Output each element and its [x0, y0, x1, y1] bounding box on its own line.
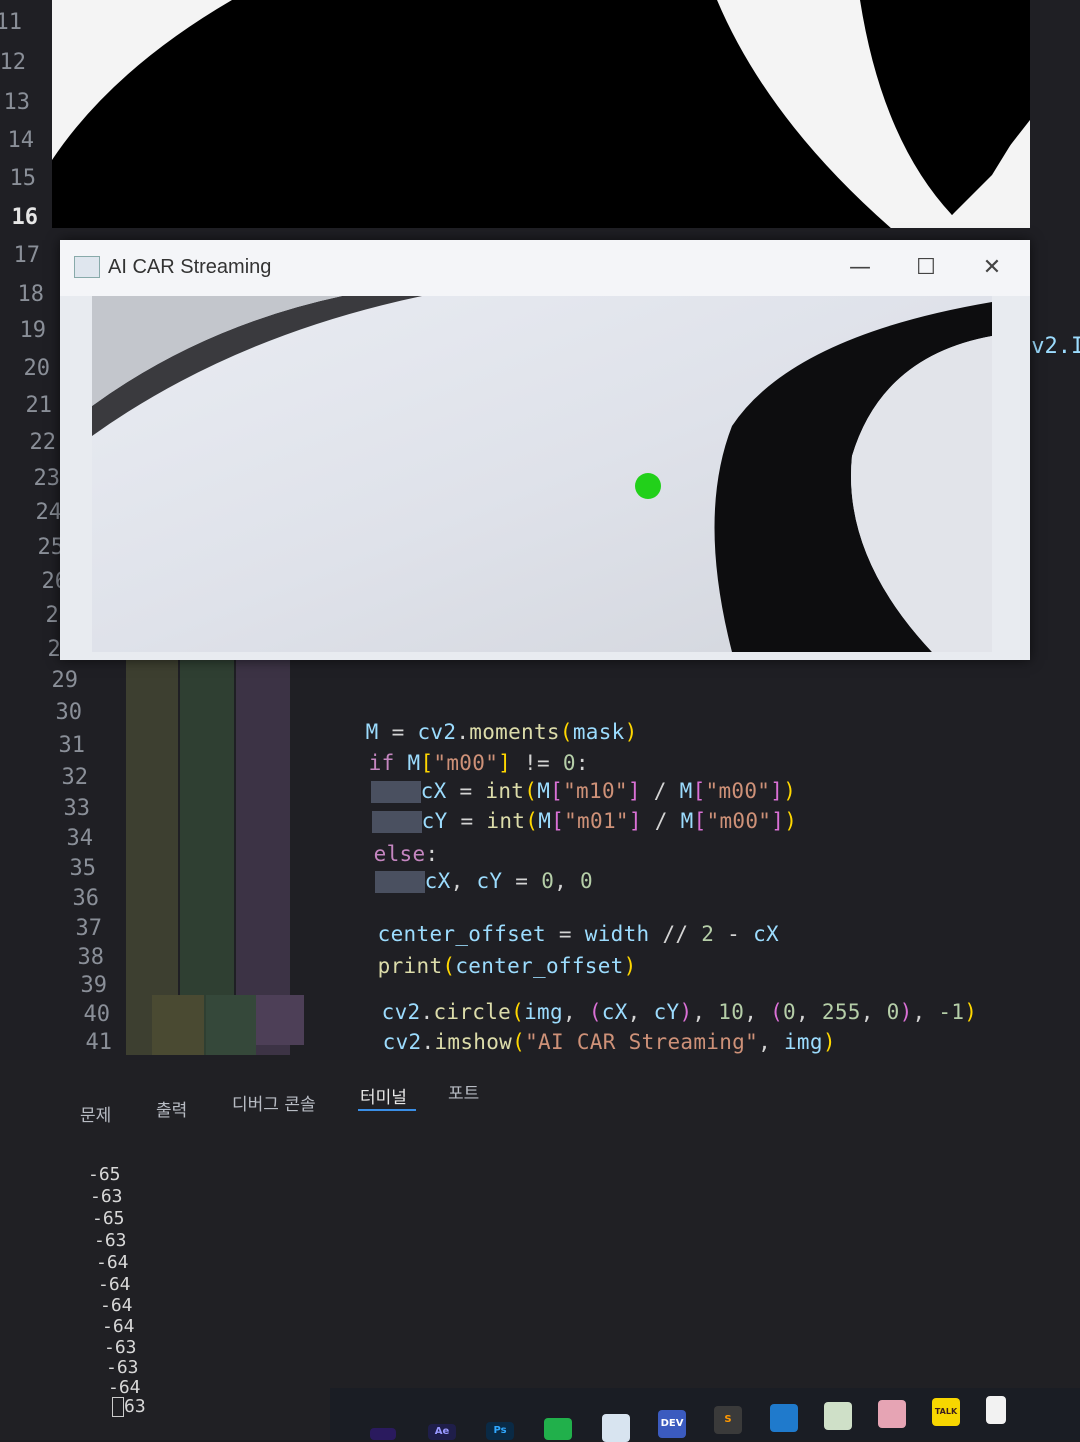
tab-output[interactable]: 출력 [156, 1096, 187, 1121]
line-number: 41 [85, 1030, 113, 1055]
green-app-icon[interactable] [544, 1418, 572, 1440]
windows-taskbar: Ae Ps DEV S TALK [330, 1388, 1080, 1442]
maximize-button[interactable]: ☐ [906, 250, 946, 286]
terminal-line: -63 [104, 1337, 137, 1358]
terminal-line-cursor: 63 [112, 1396, 146, 1417]
tab-problems[interactable]: 문제 [80, 1101, 111, 1126]
line-number: 35 [69, 856, 97, 881]
line-number: 36 [72, 886, 100, 911]
terminal-line: -64 [108, 1377, 141, 1398]
line-number: 14 [7, 128, 35, 153]
line-number: 18 [17, 282, 45, 307]
camera-stream-view [92, 296, 992, 652]
terminal-line: -63 [106, 1357, 139, 1378]
vscode-icon[interactable] [770, 1404, 798, 1432]
window-app-icon [74, 256, 100, 278]
line-number: 29 [51, 668, 79, 693]
tab-terminal[interactable]: 터미널 [360, 1083, 407, 1108]
indent-guide [152, 995, 204, 1055]
line-number: 37 [75, 916, 103, 941]
ai-car-streaming-window[interactable]: AI CAR Streaming — ☐ ✕ [60, 240, 1030, 660]
line-number: 38 [77, 945, 105, 970]
terminal-line: -64 [98, 1274, 131, 1295]
line-number: 12 [0, 50, 26, 75]
terminal-line: -63 [90, 1186, 123, 1207]
line-number: 34 [66, 826, 94, 851]
paint-icon[interactable] [602, 1414, 630, 1442]
terminal-line: -65 [88, 1164, 121, 1185]
indent-guide [256, 995, 304, 1045]
line-number: 26 [41, 569, 69, 594]
line-number: 15 [9, 166, 37, 191]
terminal-cursor [112, 1397, 124, 1417]
active-tab-indicator [358, 1109, 416, 1111]
terminal-line: -64 [96, 1252, 129, 1273]
line-number: 25 [37, 535, 65, 560]
indent-guide [206, 995, 256, 1055]
line-number: 17 [13, 243, 41, 268]
window-title: AI CAR Streaming [108, 256, 272, 278]
line-number: 31 [58, 733, 86, 758]
palette-icon[interactable] [878, 1400, 906, 1428]
line-number: 24 [35, 500, 63, 525]
camera-frame [92, 296, 992, 652]
line-number: 22 [29, 430, 57, 455]
line-number-active: 16 [11, 205, 39, 230]
line-number: 19 [19, 318, 47, 343]
terminal-line: -65 [92, 1208, 125, 1229]
mask-image [52, 0, 1030, 246]
line-number: 23 [33, 466, 61, 491]
terminal-line: -64 [102, 1316, 135, 1337]
close-button[interactable]: ✕ [972, 250, 1012, 286]
line-number: 30 [55, 700, 83, 725]
tab-debug-console[interactable]: 디버그 콘솔 [232, 1090, 316, 1115]
line-number: 33 [63, 796, 91, 821]
kakaotalk-icon[interactable]: TALK [932, 1398, 960, 1426]
line-number: 21 [25, 393, 53, 418]
minimize-button[interactable]: — [840, 250, 880, 286]
line-number: 13 [3, 90, 31, 115]
line-number: 20 [23, 356, 51, 381]
ae-icon[interactable] [370, 1428, 396, 1440]
terminal-line: -64 [100, 1295, 133, 1316]
window-titlebar[interactable]: AI CAR Streaming — ☐ ✕ [60, 240, 1030, 296]
line-number: 40 [83, 1002, 111, 1027]
line-number: 11 [0, 10, 22, 35]
after-effects-icon[interactable]: Ae [428, 1424, 456, 1440]
centroid-marker [635, 473, 661, 499]
file-icon[interactable] [986, 1396, 1006, 1424]
mask-image-window[interactable] [52, 0, 1030, 246]
notepad-icon[interactable] [824, 1402, 852, 1430]
photoshop-icon[interactable]: Ps [486, 1422, 514, 1440]
tab-ports[interactable]: 포트 [448, 1079, 479, 1104]
terminal-line: -63 [94, 1230, 127, 1251]
dev-icon[interactable]: DEV [658, 1410, 686, 1438]
sublime-icon[interactable]: S [714, 1406, 742, 1434]
whitespace-marker [374, 871, 425, 893]
line-number: 32 [61, 765, 89, 790]
line-number: 39 [80, 973, 108, 998]
